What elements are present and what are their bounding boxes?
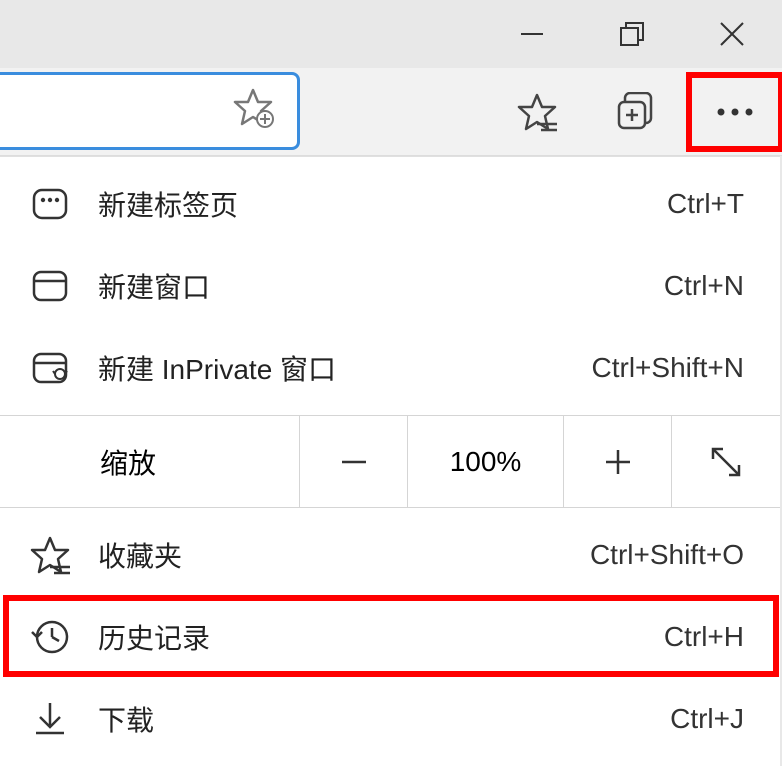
menu-item-new-inprivate[interactable]: 新建 InPrivate 窗口 Ctrl+Shift+N bbox=[0, 327, 780, 409]
new-tab-icon bbox=[30, 184, 70, 224]
menu-item-label: 历史记录 bbox=[98, 617, 664, 657]
menu-item-downloads[interactable]: 下载 Ctrl+J bbox=[0, 678, 780, 760]
menu-item-shortcut: Ctrl+Shift+O bbox=[590, 539, 744, 571]
menu-item-label: 下载 bbox=[98, 699, 670, 739]
favorites-list-icon[interactable] bbox=[488, 68, 586, 156]
menu-item-new-window[interactable]: 新建窗口 Ctrl+N bbox=[0, 245, 780, 327]
menu-item-history[interactable]: 历史记录 Ctrl+H bbox=[0, 596, 780, 678]
toolbar-row bbox=[0, 68, 782, 156]
favorites-icon bbox=[30, 535, 70, 575]
history-icon bbox=[30, 617, 70, 657]
close-button[interactable] bbox=[682, 0, 782, 68]
fullscreen-button[interactable] bbox=[672, 416, 780, 508]
menu-item-shortcut: Ctrl+H bbox=[664, 621, 744, 653]
menu-item-shortcut: Ctrl+J bbox=[670, 703, 744, 735]
minimize-button[interactable] bbox=[482, 0, 582, 68]
zoom-out-button[interactable] bbox=[300, 416, 408, 508]
menu-item-favorites[interactable]: 收藏夹 Ctrl+Shift+O bbox=[0, 514, 780, 596]
menu-item-label: 新建标签页 bbox=[98, 184, 667, 224]
inprivate-icon bbox=[30, 348, 70, 388]
zoom-in-button[interactable] bbox=[564, 416, 672, 508]
menu-item-shortcut: Ctrl+N bbox=[664, 270, 744, 302]
new-window-icon bbox=[30, 266, 70, 306]
menu-item-new-tab[interactable]: 新建标签页 Ctrl+T bbox=[0, 163, 780, 245]
address-bar[interactable] bbox=[0, 72, 300, 150]
menu-item-shortcut: Ctrl+Shift+N bbox=[592, 352, 745, 384]
maximize-button[interactable] bbox=[582, 0, 682, 68]
settings-menu: 新建标签页 Ctrl+T 新建窗口 Ctrl+N bbox=[0, 156, 780, 766]
more-menu-button[interactable] bbox=[686, 72, 782, 152]
zoom-value: 100% bbox=[408, 416, 564, 508]
zoom-label: 缩放 bbox=[0, 416, 300, 508]
zoom-row: 缩放 100% bbox=[0, 416, 780, 508]
add-favorite-inline-icon[interactable] bbox=[233, 87, 277, 136]
download-icon bbox=[30, 699, 70, 739]
menu-item-label: 收藏夹 bbox=[98, 535, 590, 575]
menu-item-label: 新建窗口 bbox=[98, 266, 664, 306]
collections-icon[interactable] bbox=[586, 68, 684, 156]
menu-item-shortcut: Ctrl+T bbox=[667, 188, 744, 220]
menu-item-label: 新建 InPrivate 窗口 bbox=[98, 348, 592, 388]
window-title-bar bbox=[0, 0, 782, 68]
